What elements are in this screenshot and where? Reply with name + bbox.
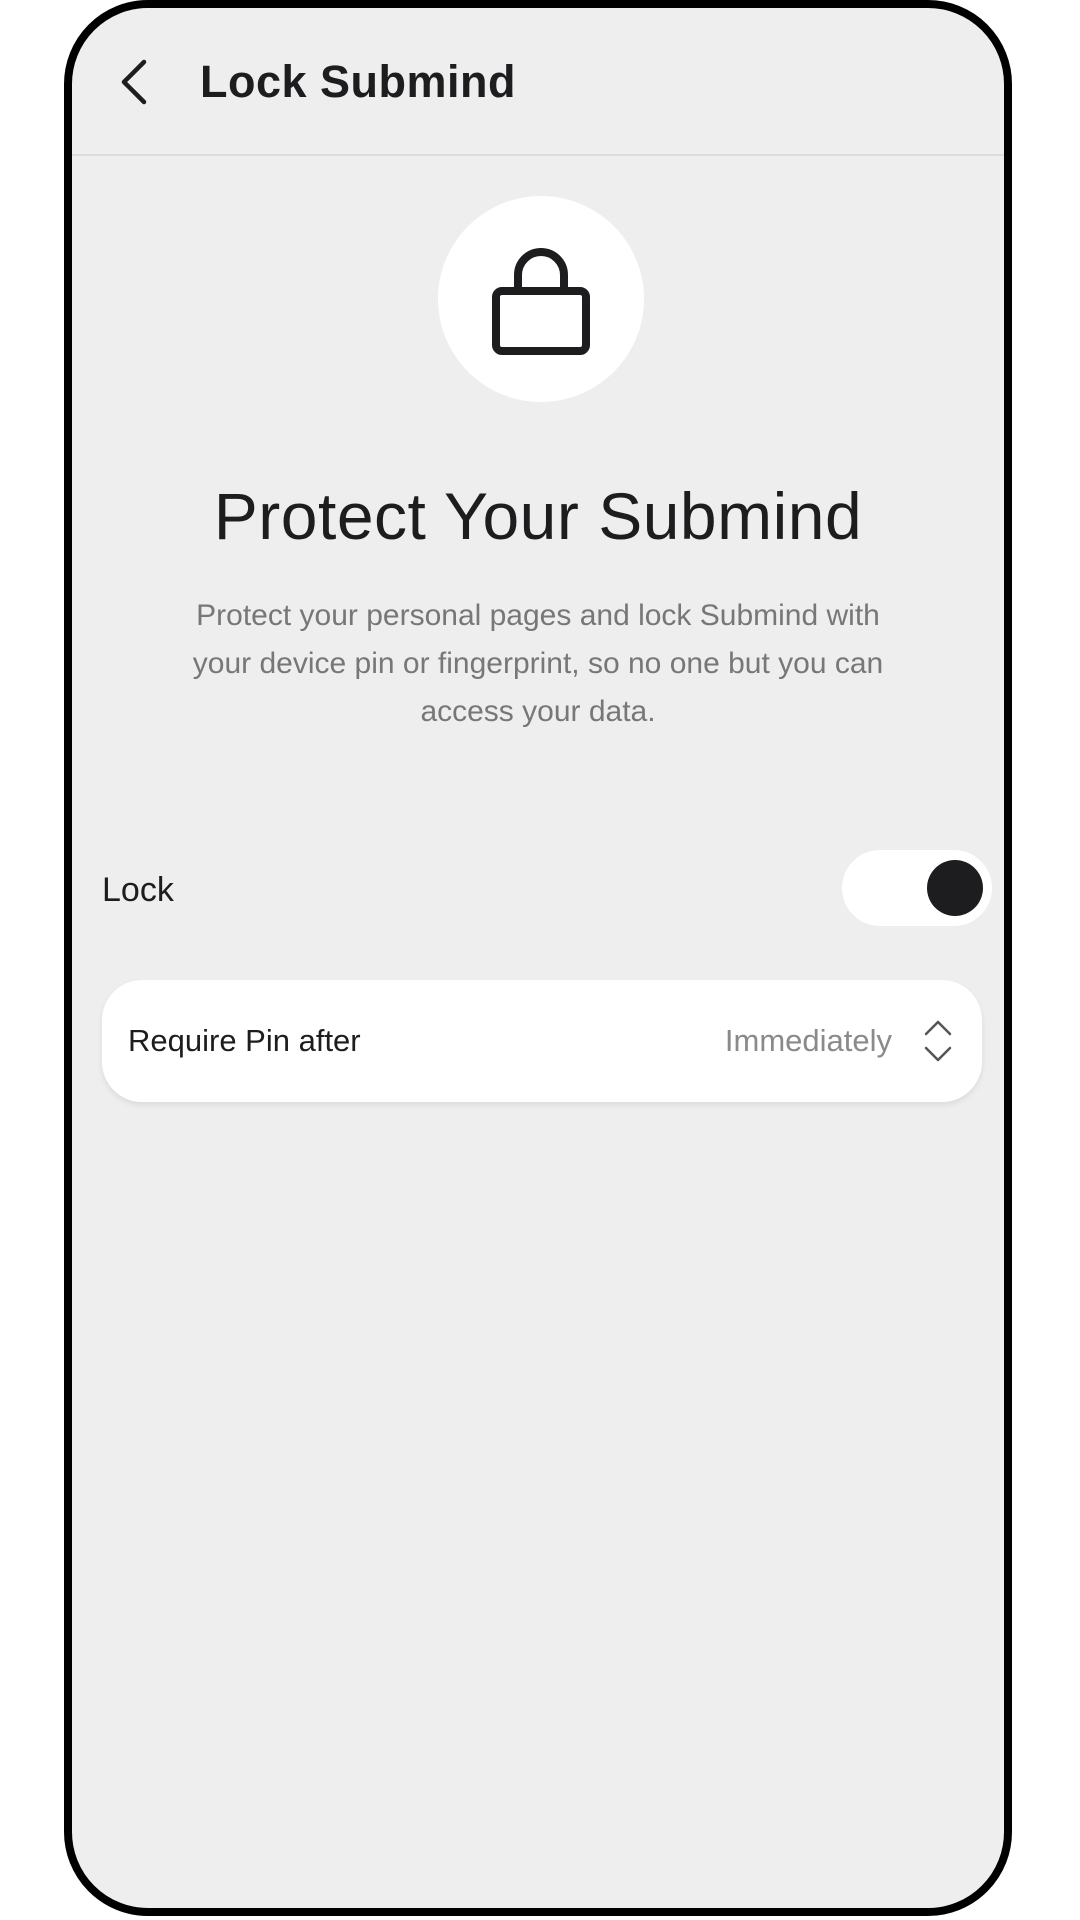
- require-pin-value: Immediately: [724, 1023, 892, 1058]
- chevron-up-down-icon: [924, 1020, 952, 1062]
- require-pin-label: Require Pin after: [128, 1023, 361, 1058]
- headline: Protect Your Submind: [213, 479, 863, 553]
- require-pin-setting[interactable]: Require Pin after Immediately: [102, 980, 982, 1102]
- lock-label: Lock: [102, 871, 174, 909]
- back-button[interactable]: [108, 54, 164, 110]
- lock-icon-container: [438, 196, 644, 402]
- chevron-left-icon: [121, 59, 147, 105]
- toggle-knob: [927, 860, 983, 916]
- lock-toggle[interactable]: [842, 850, 992, 926]
- page-title: Lock Submind: [200, 56, 517, 107]
- app-bar: Lock Submind: [72, 8, 1004, 156]
- phone-frame: Lock Submind Protect Your Submind Protec…: [64, 0, 1012, 1916]
- lock-icon: [492, 248, 590, 355]
- description-text: Protect your personal pages and lock Sub…: [192, 599, 884, 728]
